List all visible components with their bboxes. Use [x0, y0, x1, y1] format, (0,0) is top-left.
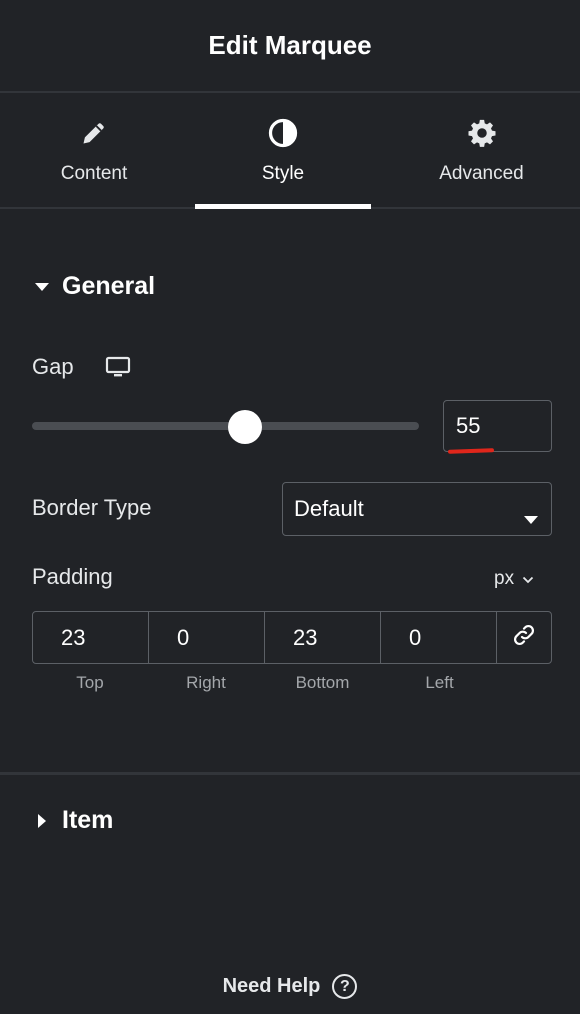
tab-content-label: Content — [60, 163, 128, 184]
pencil-icon — [78, 117, 110, 149]
tab-advanced-label: Advanced — [439, 163, 524, 184]
unit-selector[interactable]: px — [494, 566, 544, 592]
section-item-title: Item — [62, 806, 114, 834]
tab-advanced[interactable]: Advanced — [383, 93, 580, 209]
section-general-toggle[interactable]: General — [32, 272, 155, 301]
tab-content[interactable]: Content — [0, 93, 188, 209]
gap-label: Gap — [32, 354, 74, 379]
padding-top-input[interactable]: 23 — [33, 612, 149, 663]
chevron-down-icon — [522, 568, 534, 590]
gear-icon — [466, 117, 498, 149]
link-values-button[interactable] — [497, 612, 551, 663]
padding-right-label: Right — [186, 673, 226, 692]
section-general-title: General — [62, 272, 156, 300]
border-type-value: Default — [294, 496, 364, 521]
desktop-icon[interactable] — [105, 356, 131, 383]
section-divider — [0, 772, 580, 775]
panel-title: Edit Marquee — [208, 30, 372, 60]
gap-slider-handle[interactable] — [228, 410, 262, 444]
padding-left-label: Left — [425, 673, 454, 692]
half-circle-icon — [267, 117, 299, 149]
tab-style-label: Style — [261, 163, 305, 184]
tab-bar: Content Style Advanced — [0, 93, 580, 209]
link-icon — [512, 623, 536, 652]
padding-label: Padding — [32, 564, 113, 589]
caret-right-icon — [32, 813, 52, 829]
unit-value: px — [494, 568, 515, 589]
padding-left-input[interactable]: 0 — [381, 612, 497, 663]
gap-slider-track[interactable] — [32, 422, 419, 430]
caret-down-icon — [523, 505, 539, 531]
need-help-link[interactable]: Need Help ? — [0, 974, 580, 999]
gap-value-input[interactable]: 55 — [443, 400, 552, 452]
need-help-label: Need Help — [222, 975, 321, 997]
padding-right-input[interactable]: 0 — [149, 612, 265, 663]
panel-header: Edit Marquee — [0, 0, 580, 93]
padding-bottom-label: Bottom — [295, 673, 350, 692]
border-type-label: Border Type — [32, 495, 152, 520]
section-item-toggle[interactable]: Item — [32, 806, 113, 835]
annotation-underline — [447, 448, 495, 454]
padding-inputs: 23 0 23 0 — [32, 611, 552, 664]
padding-top-label: Top — [76, 673, 104, 692]
tab-style[interactable]: Style — [195, 93, 371, 209]
question-icon: ? — [332, 974, 358, 999]
border-type-select[interactable]: Default — [282, 482, 552, 536]
caret-down-icon — [32, 282, 52, 292]
padding-bottom-input[interactable]: 23 — [265, 612, 381, 663]
